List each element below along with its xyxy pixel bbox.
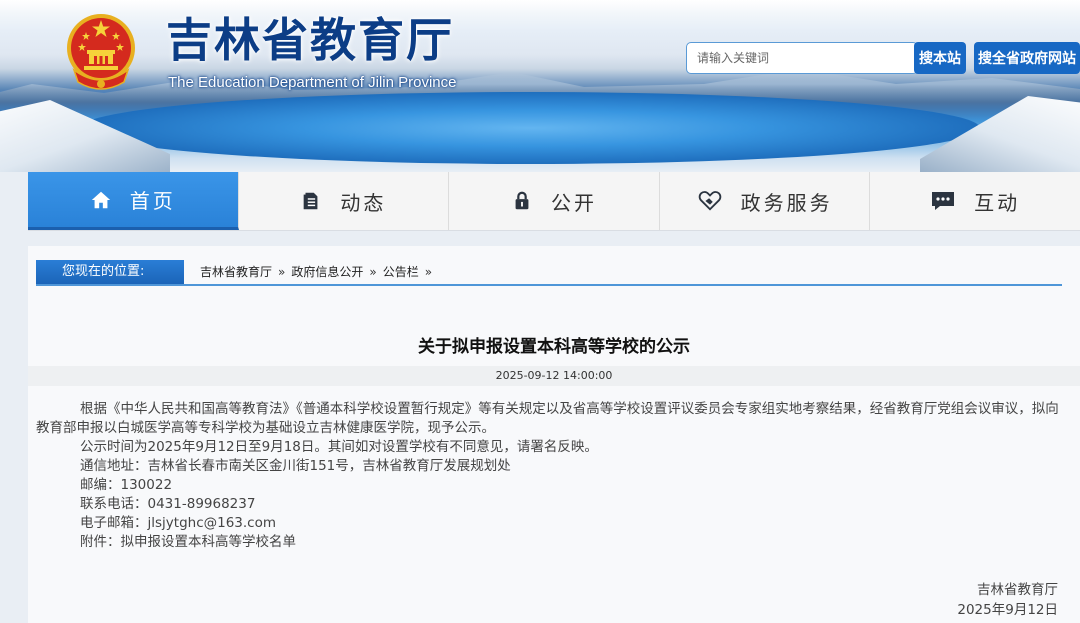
attachment-link[interactable]: 附件：拟申报设置本科高等学校名单 <box>80 533 1060 552</box>
nav-label: 政务服务 <box>740 190 833 215</box>
search-all-gov-button[interactable]: 搜全省政府网站 <box>974 42 1080 74</box>
search-input[interactable] <box>686 42 918 74</box>
header-banner: 吉林省教育厅 The Education Department of Jilin… <box>0 0 1080 172</box>
article-paragraph-text: 根据《中华人民共和国高等教育法》《普通本科学校设置暂行规定》等有关规定以及省高等… <box>36 401 1059 436</box>
nav-label: 首页 <box>129 189 176 213</box>
breadcrumb-separator: » <box>424 265 433 279</box>
nav-item-open[interactable]: 公开 <box>449 172 660 230</box>
article-paragraph: 根据《中华人民共和国高等教育法》《普通本科学校设置暂行规定》等有关规定以及省高等… <box>28 400 1060 438</box>
nav-item-home[interactable]: 首页 <box>28 172 239 230</box>
nav-label: 动态 <box>340 190 387 215</box>
breadcrumb-separator: » <box>278 265 286 279</box>
breadcrumb-link-bulletin[interactable]: 公告栏 <box>383 265 419 279</box>
content-panel: 您现在的位置: 吉林省教育厅 » 政府信息公开 » 公告栏 » 关于拟申报设置本科高等学校… <box>28 246 1080 623</box>
site-subtitle: The Education Department of Jilin Provin… <box>168 74 457 91</box>
nav-item-news[interactable]: 动态 <box>239 172 450 230</box>
contact-postcode: 邮编：130022 <box>80 477 173 493</box>
lake-illustration <box>80 92 980 164</box>
nav-label: 互动 <box>974 190 1021 215</box>
contact-email: 电子邮箱：jlsjytghc@163.com <box>80 515 277 531</box>
article-title: 关于拟申报设置本科高等学校的公示 <box>418 337 690 357</box>
article-body: 根据《中华人民共和国高等教育法》《普通本科学校设置暂行规定》等有关规定以及省高等… <box>36 400 1060 552</box>
chat-icon <box>932 192 955 210</box>
nav-item-gov-service[interactable]: 政务服务 <box>660 172 871 230</box>
document-icon <box>304 192 318 210</box>
signature-org: 吉林省教育厅 <box>977 582 1058 598</box>
signature-date: 2025年9月12日 <box>957 602 1058 618</box>
breadcrumb: 您现在的位置: 吉林省教育厅 » 政府信息公开 » 公告栏 » <box>36 260 1062 286</box>
national-emblem-icon <box>67 14 135 90</box>
breadcrumb-trail: 吉林省教育厅 » 政府信息公开 » 公告栏 » <box>200 260 438 284</box>
handshake-icon <box>698 191 721 211</box>
search-site-button[interactable]: 搜本站 <box>914 42 966 74</box>
breadcrumb-link-home[interactable]: 吉林省教育厅 <box>200 265 272 279</box>
article-paragraph: 公示时间为2025年9月12日至9月18日。其间如对设置学校有不同意见，请署名反… <box>80 439 598 455</box>
breadcrumb-link-gov-info[interactable]: 政府信息公开 <box>291 265 363 279</box>
contact-phone: 联系电话：0431-89968237 <box>80 496 256 512</box>
breadcrumb-label: 您现在的位置: <box>36 260 184 284</box>
main-nav: 首页 动态 公开 政务服务 互动 <box>28 172 1080 231</box>
site-title: 吉林省教育厅 <box>166 13 454 67</box>
nav-item-interact[interactable]: 互动 <box>870 172 1080 230</box>
lock-icon <box>515 191 529 210</box>
publish-date: 2025-09-12 14:00:00 <box>28 366 1080 386</box>
breadcrumb-separator: » <box>369 265 377 279</box>
nav-label: 公开 <box>550 190 597 215</box>
home-icon <box>91 191 110 208</box>
contact-address: 通信地址：吉林省长春市南关区金川街151号，吉林省教育厅发展规划处 <box>80 458 511 474</box>
